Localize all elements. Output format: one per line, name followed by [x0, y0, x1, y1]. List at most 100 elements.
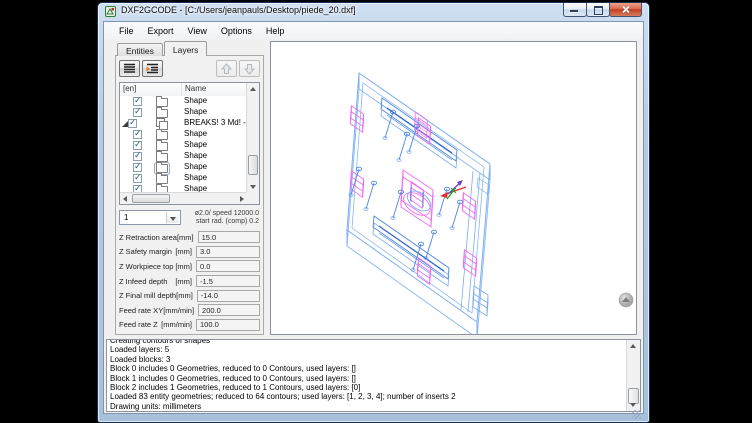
wireframe-drawing	[271, 42, 637, 335]
cad-viewport[interactable]	[270, 41, 637, 335]
log-line: Block 1 includes 0 Geometries, reduced t…	[110, 374, 624, 383]
move-layer-down-button[interactable]	[239, 60, 260, 77]
tree-row[interactable]: ✓ Shape	[120, 107, 247, 118]
menu-export[interactable]: Export	[141, 24, 181, 38]
tree-vertical-scrollbar[interactable]	[246, 83, 259, 193]
caption-buttons	[564, 3, 642, 17]
tree-column-en[interactable]: [en]	[120, 83, 182, 96]
tree-expand-icon	[146, 63, 159, 74]
check-icon: ✓	[134, 96, 142, 105]
layer-checkbox[interactable]: ✓	[133, 163, 142, 172]
title-bar[interactable]: DXF2GCODE - [C:/Users/jeanpauls/Desktop/…	[98, 3, 649, 19]
scroll-up-icon[interactable]	[630, 344, 636, 348]
param-label: Z Workpiece top	[119, 262, 173, 271]
log-line: Drawing units: millimeters	[110, 402, 624, 411]
axis-triad	[440, 180, 466, 199]
tool-number-dropdown[interactable]: 1	[119, 210, 181, 225]
tree-horizontal-scrollbar[interactable]	[120, 192, 247, 204]
layer-checkbox[interactable]: ✓	[133, 97, 142, 106]
move-layer-up-button[interactable]	[216, 60, 237, 77]
scroll-left-icon[interactable]	[123, 196, 127, 202]
tree-row-label: Shape	[184, 107, 207, 116]
param-label: Feed rate Z	[119, 320, 158, 329]
close-icon	[621, 5, 630, 14]
scroll-up-icon[interactable]	[250, 87, 256, 91]
layer-checkbox[interactable]: ✓	[128, 119, 137, 128]
menu-file[interactable]: File	[112, 24, 141, 38]
maximize-button[interactable]	[586, 3, 610, 17]
tree-row-label: Shape	[184, 162, 207, 171]
tree-body: ✓ Shape ✓ Shape ✓	[120, 96, 247, 193]
toolbar-spacer	[165, 60, 214, 77]
folder-icon	[156, 164, 168, 173]
scroll-down-icon[interactable]	[630, 403, 636, 407]
log-text: Creating contours of shapes Loaded layer…	[110, 339, 624, 411]
tree-header: [en] Name	[120, 83, 247, 97]
list-icon	[123, 63, 136, 74]
feed-rate-xy-field[interactable]: 200.0	[198, 304, 260, 316]
scrollbar-thumb[interactable]	[132, 194, 170, 203]
param-row: Feed rate Z[mm/min] 100.0	[116, 318, 263, 333]
view-control-ball[interactable]	[619, 293, 633, 307]
tool-number-value: 1	[124, 213, 128, 222]
tree-column-name[interactable]: Name	[182, 83, 247, 96]
layer-checkbox[interactable]: ✓	[133, 152, 142, 161]
minimize-button[interactable]	[563, 3, 587, 17]
check-icon: ✓	[129, 118, 137, 127]
z-safety-margin-field[interactable]: 3.0	[196, 246, 260, 258]
layer-stack-icon	[156, 118, 167, 127]
layers-toolbar	[116, 56, 263, 80]
feed-rate-z-field[interactable]: 100.0	[196, 319, 260, 331]
expand-tree-button[interactable]	[142, 60, 163, 77]
tab-entities[interactable]: Entities	[117, 43, 163, 56]
log-line: Block 0 includes 0 Geometries, reduced t…	[110, 364, 624, 373]
tree-row-label: Shape	[184, 140, 207, 149]
message-log[interactable]: Creating contours of shapes Loaded layer…	[106, 339, 641, 412]
param-row: Z Safety margin[mm] 3.0	[116, 245, 263, 260]
param-label: Z Infeed depth	[119, 277, 167, 286]
layers-tab-page: [en] Name ✓ Shape ✓	[115, 55, 264, 335]
menu-view[interactable]: View	[181, 24, 214, 38]
side-panel: Entities Layers	[104, 39, 267, 337]
param-row: Z Final mill depth[mm] -14.0	[116, 288, 263, 303]
z-retraction-area-field[interactable]: 15.0	[198, 231, 260, 243]
log-line: Loaded layers: 5	[110, 345, 624, 354]
menu-options[interactable]: Options	[214, 24, 259, 38]
param-row: Feed rate XY[mm/min] 200.0	[116, 303, 263, 318]
panel-tabs: Entities Layers	[117, 41, 267, 56]
log-line: Loaded blocks: 3	[110, 355, 624, 364]
layer-checkbox[interactable]: ✓	[133, 108, 142, 117]
z-final-mill-depth-field[interactable]: -14.0	[197, 290, 260, 302]
scroll-right-icon[interactable]	[240, 196, 244, 202]
chevron-down-icon[interactable]	[166, 212, 179, 223]
layer-checkbox[interactable]: ✓	[133, 130, 142, 139]
window-title: DXF2GCODE - [C:/Users/jeanpauls/Desktop/…	[121, 5, 356, 15]
scrollbar-thumb[interactable]	[628, 388, 639, 404]
z-infeed-depth-field[interactable]: -1.5	[196, 275, 260, 287]
param-unit: [mm]	[175, 277, 192, 286]
param-unit: [mm]	[175, 262, 192, 271]
folder-icon	[156, 131, 168, 140]
layer-checkbox[interactable]: ✓	[133, 174, 142, 183]
close-button[interactable]	[609, 3, 642, 17]
resize-grip[interactable]	[632, 410, 641, 419]
z-workpiece-top-field[interactable]: 0.0	[196, 260, 260, 272]
center-pocket	[400, 170, 435, 227]
check-icon: ✓	[134, 129, 142, 138]
scrollbar-thumb[interactable]	[248, 155, 258, 175]
param-unit: [mm/min]	[161, 320, 192, 329]
folder-icon	[156, 98, 168, 107]
tool-start-radius: start rad. (comp) 0.2	[181, 218, 259, 226]
folder-icon	[156, 142, 168, 151]
layer-checkbox[interactable]: ✓	[133, 141, 142, 150]
log-vertical-scrollbar[interactable]	[626, 340, 640, 411]
folder-icon	[156, 153, 168, 162]
menu-help[interactable]: Help	[259, 24, 292, 38]
tab-layers[interactable]: Layers	[164, 41, 208, 56]
check-icon: ✓	[134, 162, 142, 171]
scroll-down-icon[interactable]	[250, 185, 256, 189]
param-label: Z Safety margin	[119, 247, 172, 256]
tool-diameter-speed: ø2.0/ speed 12000.0	[181, 210, 259, 218]
collapse-all-button[interactable]	[119, 60, 140, 77]
menu-bar: File Export View Options Help	[104, 22, 643, 39]
